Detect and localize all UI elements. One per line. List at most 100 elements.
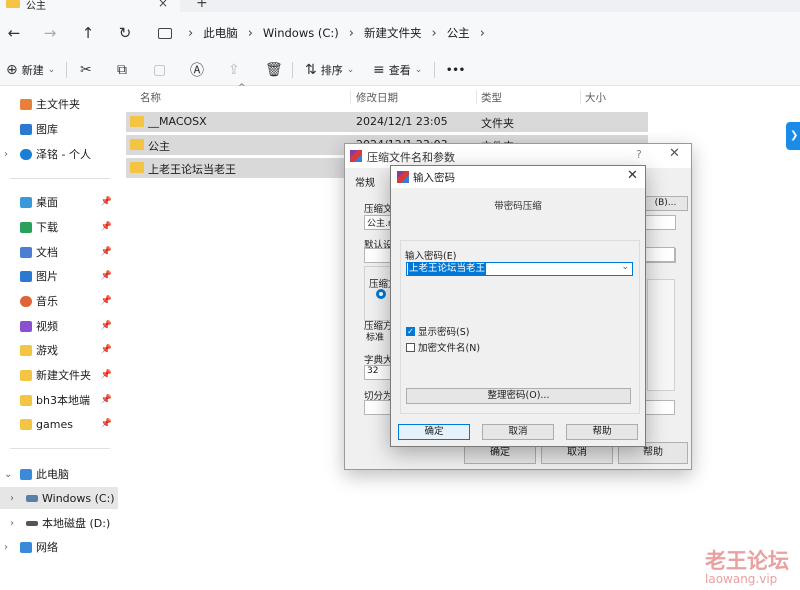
chevron-down-icon[interactable]: ⌄: [621, 262, 629, 272]
checkbox-icon[interactable]: [406, 342, 415, 352]
sidebar-item-gallery[interactable]: 图库: [0, 118, 118, 140]
table-row[interactable]: __MACOSX 2024/12/1 23:05 文件夹: [126, 112, 648, 132]
encrypt-filenames-checkbox[interactable]: 加密文件名(N): [406, 340, 480, 354]
forward-arrow-icon[interactable]: →: [38, 22, 62, 44]
new-tab-icon[interactable]: +: [196, 0, 208, 11]
close-icon[interactable]: ✕: [627, 168, 638, 183]
back-arrow-icon[interactable]: ←: [2, 22, 26, 44]
sort-button[interactable]: ⇅ 排序 ⌄: [305, 60, 354, 80]
delete-button[interactable]: 🗑: [265, 60, 283, 80]
password-dialog: 输入密码 ✕ 带密码压缩 输入密码(E) 上老王论坛当老王 ⌄ ✓ 显示密码(S…: [390, 165, 646, 447]
column-header-modified[interactable]: 修改日期: [356, 90, 398, 105]
pin-icon[interactable]: 📌: [101, 222, 112, 232]
breadcrumb-separator[interactable]: ›: [480, 26, 485, 41]
refresh-icon[interactable]: ↻: [113, 22, 137, 44]
sidebar-item-desktop[interactable]: 桌面 📌: [0, 191, 118, 213]
column-divider[interactable]: [350, 90, 351, 104]
breadcrumb-this-pc[interactable]: 此电脑: [203, 25, 238, 41]
compression-method-select[interactable]: 标准: [364, 330, 392, 345]
dictionary-size-select[interactable]: 32: [364, 365, 392, 380]
sidebar-divider: [10, 178, 110, 179]
chevron-down-icon[interactable]: ⌄: [4, 469, 12, 480]
column-divider[interactable]: [476, 90, 477, 104]
browse-button[interactable]: (B)...: [643, 196, 688, 211]
view-label: 查看: [388, 64, 411, 77]
sidebar-item-videos[interactable]: 视频 📌: [0, 315, 118, 337]
help-icon[interactable]: ?: [636, 148, 642, 161]
breadcrumb[interactable]: › 此电脑 › Windows (C:) › 新建文件夹 › 公主 ›: [150, 22, 495, 44]
sidebar-item-bh3[interactable]: bh3本地端 📌: [0, 389, 118, 411]
side-widget-tab[interactable]: ❯: [786, 122, 800, 150]
chevron-down-icon: ⌄: [47, 65, 56, 75]
sidebar-item-this-pc[interactable]: ⌄ 此电脑: [0, 463, 118, 485]
more-options-button[interactable]: •••: [446, 60, 465, 80]
dialog-title: 压缩文件名和参数: [367, 151, 455, 164]
share-button[interactable]: ⇪: [228, 60, 240, 80]
folder-icon: [130, 116, 144, 127]
sidebar-item-games-cn[interactable]: 游戏 📌: [0, 339, 118, 361]
new-button[interactable]: ⊕ 新建 ⌄: [6, 60, 55, 80]
sidebar-item-drive-d[interactable]: › 本地磁盘 (D:): [0, 512, 118, 534]
column-header-type[interactable]: 类型: [481, 90, 502, 105]
checkbox-checked-icon[interactable]: ✓: [406, 326, 415, 336]
cancel-button[interactable]: 取消: [482, 424, 554, 440]
file-modified: 2024/12/1 23:05: [356, 115, 448, 128]
dialog-titlebar[interactable]: 输入密码 ✕: [391, 166, 645, 188]
sidebar-item-music[interactable]: 音乐 📌: [0, 290, 118, 312]
organize-passwords-button[interactable]: 整理密码(O)...: [406, 388, 631, 404]
pin-icon[interactable]: 📌: [101, 296, 112, 306]
pin-icon[interactable]: 📌: [101, 419, 112, 429]
sidebar-item-label: 新建文件夹: [36, 369, 91, 382]
breadcrumb-new-folder[interactable]: 新建文件夹: [364, 25, 422, 41]
close-tab-icon[interactable]: ×: [158, 0, 168, 10]
chevron-right-icon[interactable]: ›: [4, 542, 8, 553]
pin-icon[interactable]: 📌: [101, 271, 112, 281]
close-icon[interactable]: ✕: [669, 146, 680, 161]
sidebar-item-home[interactable]: 主文件夹: [0, 93, 118, 115]
column-header-name[interactable]: 名称: [140, 90, 161, 105]
breadcrumb-separator: ›: [247, 25, 253, 41]
view-button[interactable]: ≡ 查看 ⌄: [373, 60, 422, 80]
cut-button[interactable]: ✂: [80, 60, 92, 80]
format-radio[interactable]: [376, 289, 386, 299]
paste-button[interactable]: ▢: [153, 60, 166, 80]
ok-button[interactable]: 确定: [398, 424, 470, 440]
sidebar-item-label: 此电脑: [36, 468, 69, 481]
pin-icon[interactable]: 📌: [101, 321, 112, 331]
pin-icon[interactable]: 📌: [101, 197, 112, 207]
pin-icon[interactable]: 📌: [101, 395, 112, 405]
sidebar-item-new-folder[interactable]: 新建文件夹 📌: [0, 364, 118, 386]
pin-icon[interactable]: 📌: [101, 370, 112, 380]
sidebar-item-documents[interactable]: 文档 📌: [0, 241, 118, 263]
picture-icon: [20, 270, 32, 282]
sidebar-item-label: 图库: [36, 123, 58, 136]
rename-button[interactable]: Ⓐ: [190, 60, 204, 80]
breadcrumb-current[interactable]: 公主: [447, 25, 470, 41]
breadcrumb-drive-c[interactable]: Windows (C:): [263, 26, 339, 40]
sidebar-item-drive-c[interactable]: › Windows (C:): [0, 487, 118, 509]
split-volumes-field[interactable]: [364, 400, 392, 415]
side-field[interactable]: [645, 400, 675, 415]
chevron-right-icon[interactable]: ›: [10, 518, 14, 529]
sidebar-item-network[interactable]: › 网络: [0, 536, 118, 558]
password-input[interactable]: 上老王论坛当老王 ⌄: [406, 262, 633, 276]
folder-icon: [130, 162, 144, 173]
sidebar-item-pictures[interactable]: 图片 📌: [0, 265, 118, 287]
tab-current-folder[interactable]: 公主 ×: [0, 0, 180, 12]
pin-icon[interactable]: 📌: [101, 345, 112, 355]
column-divider[interactable]: [580, 90, 581, 104]
up-arrow-icon[interactable]: ↑: [76, 22, 100, 44]
sidebar-item-games[interactable]: games 📌: [0, 413, 118, 435]
chevron-right-icon[interactable]: ›: [4, 149, 8, 160]
chevron-down-icon: ⌄: [414, 65, 423, 75]
pin-icon[interactable]: 📌: [101, 247, 112, 257]
tab-general[interactable]: 常规: [355, 174, 375, 189]
help-button[interactable]: 帮助: [566, 424, 638, 440]
column-header-size[interactable]: 大小: [585, 90, 606, 105]
sidebar-item-onedrive[interactable]: › 泽铭 - 个人: [0, 143, 118, 165]
chevron-right-icon[interactable]: ›: [10, 493, 14, 504]
side-dropdown[interactable]: [645, 247, 675, 262]
show-password-checkbox[interactable]: ✓ 显示密码(S): [406, 324, 469, 338]
copy-button[interactable]: ⧉: [117, 60, 127, 80]
sidebar-item-downloads[interactable]: 下载 📌: [0, 216, 118, 238]
